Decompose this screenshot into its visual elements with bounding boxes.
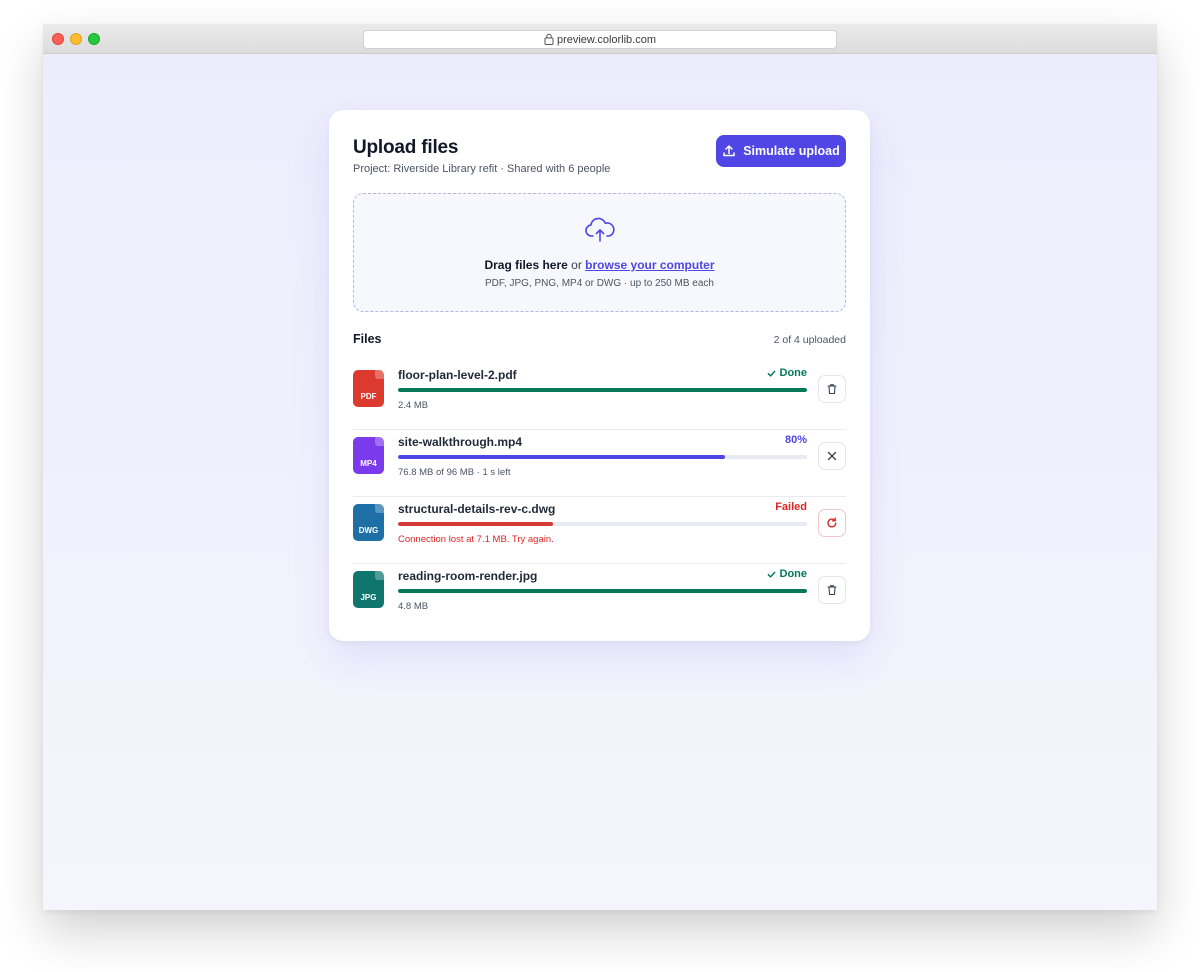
page-title: Upload files — [353, 137, 459, 158]
file-type-icon: MP4 — [353, 437, 384, 474]
lock-icon — [544, 33, 554, 45]
address-bar[interactable]: preview.colorlib.com — [363, 30, 837, 49]
trash-icon — [826, 383, 838, 395]
cloud-upload-icon — [584, 217, 616, 243]
progress-bar — [398, 522, 807, 526]
browser-window: preview.colorlib.com Upload files Projec… — [43, 24, 1157, 910]
file-status-text: Failed — [775, 501, 807, 513]
dropzone-or: or — [567, 258, 586, 272]
close-icon — [826, 450, 838, 462]
file-name: structural-details-rev-c.dwg — [398, 502, 556, 516]
upload-card: Upload files Project: Riverside Library … — [329, 110, 870, 641]
progress-bar — [398, 589, 807, 593]
progress-fill — [398, 589, 807, 593]
progress-bar — [398, 455, 807, 459]
dropzone-hint: PDF, JPG, PNG, MP4 or DWG · up to 250 MB… — [485, 278, 714, 289]
file-dropzone[interactable]: Drag files here or browse your computer … — [353, 193, 846, 312]
files-count: 2 of 4 uploaded — [773, 334, 846, 346]
delete-file-button[interactable] — [818, 375, 846, 403]
progress-fill — [398, 522, 554, 526]
file-meta: 2.4 MB — [398, 400, 429, 411]
file-type-icon: DWG — [353, 504, 384, 541]
files-heading: Files — [353, 332, 382, 346]
file-type-icon: JPG — [353, 571, 384, 608]
close-window-button[interactable] — [52, 33, 64, 45]
browser-titlebar: preview.colorlib.com — [43, 24, 1157, 54]
file-status-text: Done — [779, 367, 808, 379]
dropzone-instructions: Drag files here or browse your computer — [354, 258, 845, 272]
file-meta: 4.8 MB — [398, 601, 429, 612]
check-icon — [767, 570, 776, 579]
page-viewport: Upload files Project: Riverside Library … — [43, 54, 1157, 910]
trash-icon — [826, 584, 838, 596]
file-status-text: 80% — [784, 434, 807, 446]
file-row: PDF floor-plan-level-2.pdf Done 2.4 MB — [353, 364, 846, 430]
file-type-icon: PDF — [353, 370, 384, 407]
file-name: reading-room-render.jpg — [398, 569, 538, 583]
file-status: 80% — [785, 434, 807, 446]
progress-bar — [398, 388, 807, 392]
progress-fill — [398, 455, 726, 459]
file-meta: 76.8 MB of 96 MB · 1 s left — [398, 467, 511, 478]
file-row: JPG reading-room-render.jpg Done 4.8 MB — [353, 565, 846, 631]
file-status: Done — [767, 568, 808, 580]
file-row: MP4 site-walkthrough.mp4 80% 76.8 MB of 96 … — [353, 431, 846, 497]
file-name: floor-plan-level-2.pdf — [398, 368, 517, 382]
file-error-message: Connection lost at 7.1 MB. Try again. — [398, 534, 554, 545]
file-status: Failed — [775, 501, 807, 513]
zoom-window-button[interactable] — [88, 33, 100, 45]
file-status: Done — [767, 367, 808, 379]
url-text: preview.colorlib.com — [556, 33, 657, 46]
browse-computer-link[interactable]: browse your computer — [585, 258, 714, 272]
dropzone-lead: Drag files here — [484, 258, 568, 272]
minimize-window-button[interactable] — [70, 33, 82, 45]
check-icon — [767, 369, 776, 378]
file-status-text: Done — [779, 568, 808, 580]
simulate-upload-button[interactable]: Simulate upload — [716, 135, 846, 167]
progress-fill — [398, 388, 807, 392]
upload-icon — [722, 144, 736, 158]
file-name: site-walkthrough.mp4 — [398, 435, 523, 449]
file-row: DWG structural-details-rev-c.dwg Failed Con… — [353, 498, 846, 564]
delete-file-button[interactable] — [818, 576, 846, 604]
retry-upload-button[interactable] — [818, 509, 846, 537]
project-subtitle: Project: Riverside Library refit · Share… — [353, 163, 611, 175]
cancel-upload-button[interactable] — [818, 442, 846, 470]
retry-icon — [826, 517, 838, 529]
simulate-upload-label: Simulate upload — [743, 144, 840, 158]
